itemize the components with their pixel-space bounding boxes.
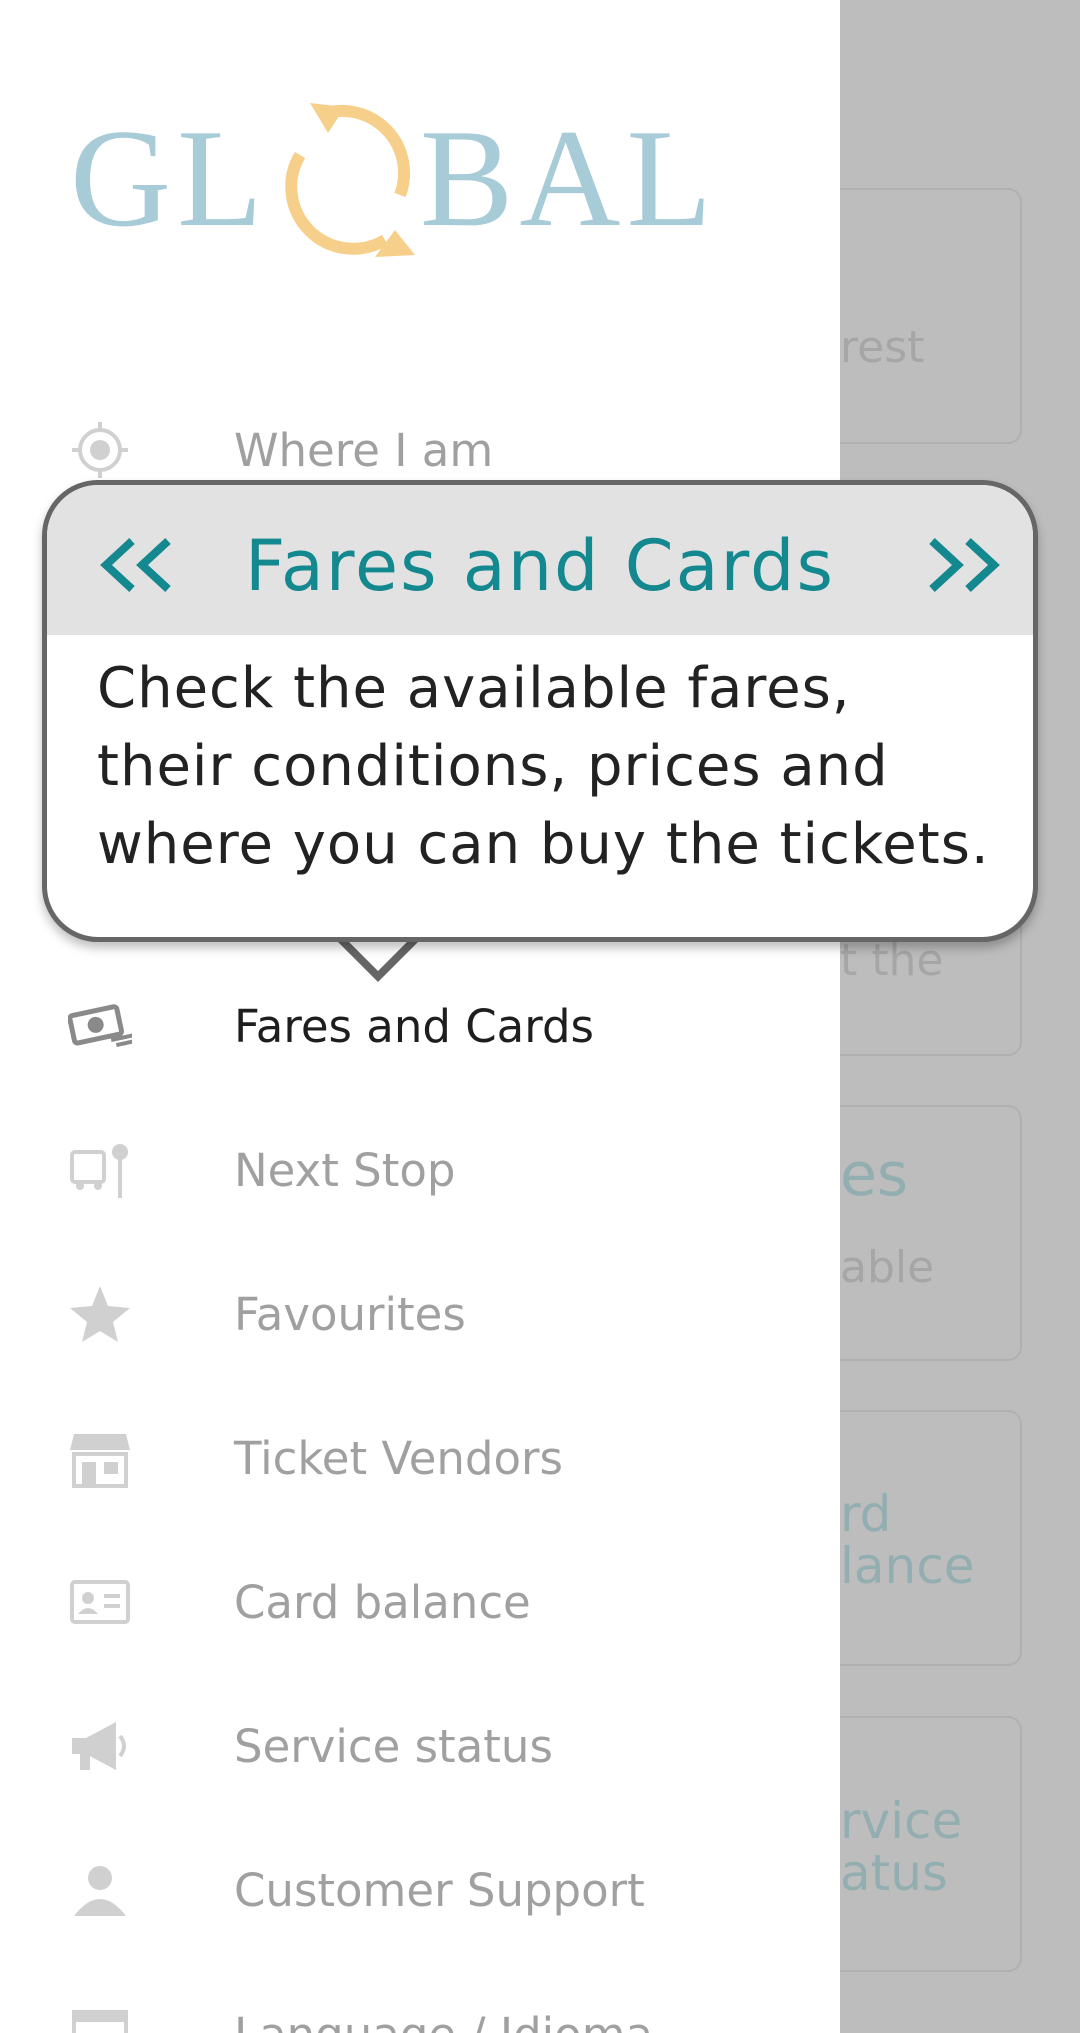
menu-item-ticket-vendors[interactable]: Ticket Vendors bbox=[0, 1408, 840, 1508]
background-card-text: atus bbox=[840, 1844, 948, 1902]
menu-item-card-balance[interactable]: Card balance bbox=[0, 1552, 840, 1652]
svg-text:GL: GL bbox=[70, 101, 269, 256]
double-chevron-right-icon bbox=[929, 538, 1000, 592]
menu-item-label: Favourites bbox=[234, 1287, 466, 1341]
navigation-drawer: GL BAL Where I am Fares and Cards Next S… bbox=[0, 0, 840, 2033]
location-target-icon bbox=[62, 412, 138, 488]
id-card-icon bbox=[62, 1564, 138, 1640]
megaphone-icon bbox=[62, 1708, 138, 1784]
bus-stop-icon bbox=[62, 1132, 138, 1208]
star-icon bbox=[62, 1276, 138, 1352]
store-icon bbox=[62, 1420, 138, 1496]
menu-item-service-status[interactable]: Service status bbox=[0, 1696, 840, 1796]
background-card-text: rest bbox=[840, 322, 925, 373]
tooltip-body-line: where you can buy the tickets. bbox=[97, 812, 990, 877]
tutorial-tooltip: Fares and Cards Check the available fare… bbox=[42, 480, 1038, 942]
background-card-text: rvice bbox=[840, 1792, 963, 1850]
menu-item-language[interactable]: Language / Idioma bbox=[0, 1984, 840, 2033]
person-icon bbox=[62, 1852, 138, 1928]
background-card-text: es bbox=[840, 1140, 909, 1210]
tooltip-header: Fares and Cards bbox=[47, 485, 1033, 635]
menu-item-label: Card balance bbox=[234, 1575, 531, 1629]
menu-item-label: Ticket Vendors bbox=[234, 1431, 563, 1485]
menu-item-label: Language / Idioma bbox=[234, 2008, 653, 2033]
menu-item-next-stop[interactable]: Next Stop bbox=[0, 1120, 840, 1220]
svg-text:BAL: BAL bbox=[420, 101, 718, 256]
menu-item-fares-and-cards[interactable]: Fares and Cards bbox=[0, 976, 840, 1076]
menu-item-label: Service status bbox=[234, 1719, 553, 1773]
menu-item-customer-support[interactable]: Customer Support bbox=[0, 1840, 840, 1940]
menu-item-label: Customer Support bbox=[234, 1863, 645, 1917]
logo-graphic: GL BAL bbox=[70, 101, 718, 257]
tooltip-body: Check the available fares, their conditi… bbox=[97, 650, 997, 884]
window-icon bbox=[62, 1996, 138, 2033]
tooltip-body-line: their conditions, prices and bbox=[97, 734, 889, 799]
background-card-text: lance bbox=[840, 1537, 975, 1595]
menu-item-label: Fares and Cards bbox=[234, 999, 594, 1053]
global-logo: GL BAL bbox=[70, 85, 770, 265]
menu-item-favourites[interactable]: Favourites bbox=[0, 1264, 840, 1364]
tooltip-title: Fares and Cards bbox=[245, 525, 835, 607]
background-card-text: able bbox=[840, 1242, 935, 1293]
ticket-money-icon bbox=[62, 988, 138, 1064]
tooltip-body-line: Check the available fares, bbox=[97, 656, 851, 721]
background-card-text: rd bbox=[840, 1485, 892, 1543]
menu-item-label: Next Stop bbox=[234, 1143, 456, 1197]
next-tip-button[interactable] bbox=[918, 535, 1008, 595]
background-card-text: t the bbox=[840, 935, 944, 986]
menu-item-label: Where I am bbox=[234, 423, 494, 477]
logo-rotating-arrows-icon bbox=[285, 103, 415, 257]
